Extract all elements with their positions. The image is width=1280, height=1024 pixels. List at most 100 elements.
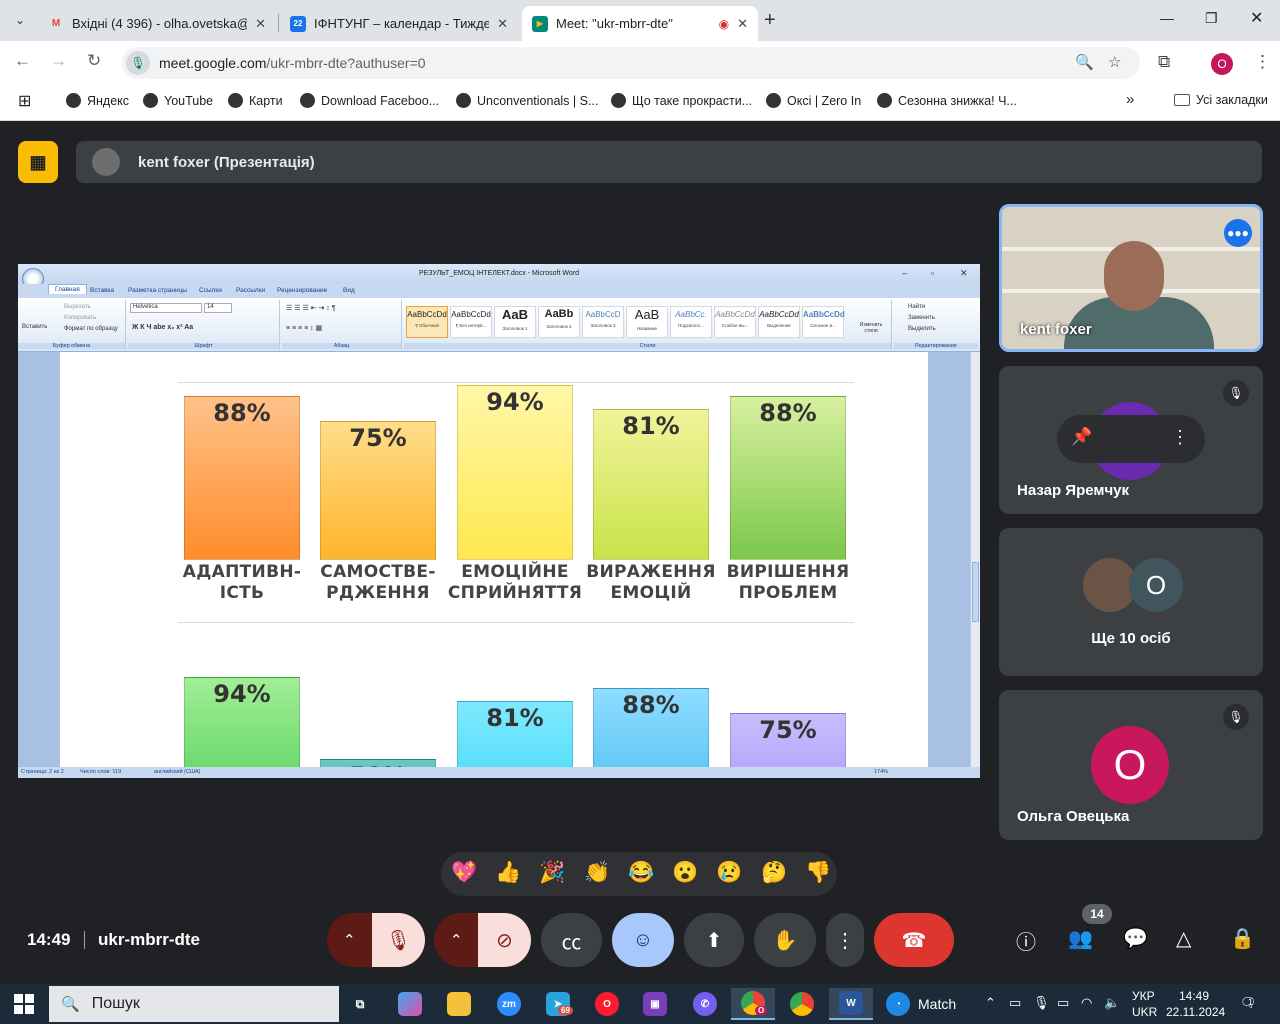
party-popper-icon[interactable]: 🎉 [539, 861, 565, 885]
bookmark-item[interactable]: YouTube [143, 93, 213, 108]
extensions-icon[interactable]: ⧉ [1158, 52, 1170, 72]
more-options-icon[interactable]: ⋮ [1171, 427, 1189, 448]
match-widget[interactable]: ◔ Match [886, 988, 976, 1020]
style-title[interactable]: AaB Название [626, 306, 668, 338]
save-app-icon[interactable]: ▣ [633, 988, 677, 1020]
font-size-select[interactable]: 14 [204, 303, 232, 313]
close-window-icon[interactable]: ✕ [1250, 8, 1263, 28]
word-minimize-icon[interactable]: – [902, 268, 907, 278]
zoom-app-icon[interactable]: zm [487, 988, 531, 1020]
more-bookmarks-icon[interactable]: » [1126, 91, 1134, 108]
tab-close-icon[interactable]: ✕ [497, 16, 508, 32]
word-app-icon[interactable]: W [829, 988, 873, 1020]
ribbon-tab-home[interactable]: Главная [48, 284, 87, 294]
format-painter-button[interactable]: Формат по образцу [64, 326, 118, 332]
chevron-up-icon[interactable]: ⌃ [343, 931, 356, 949]
vertical-scrollbar[interactable] [970, 352, 980, 767]
thumbs-up-icon[interactable]: 👍 [495, 861, 521, 885]
tab-search-chevron-icon[interactable]: ⌄ [8, 8, 32, 32]
bookmark-item[interactable]: Що таке прокрасти... [611, 93, 752, 108]
site-mic-icon[interactable]: 🎙 [126, 51, 150, 75]
all-bookmarks[interactable]: Усі закладки [1174, 93, 1268, 107]
reactions-button[interactable]: ☺ [612, 913, 674, 967]
presentation-icon[interactable]: ▦ [18, 141, 58, 183]
chat-icon[interactable]: 💬 [1123, 926, 1148, 951]
tray-battery-icon[interactable]: ▭ [1057, 995, 1069, 1011]
participant-tile-kent[interactable]: ●●● kent foxer [999, 204, 1263, 352]
tray-wifi-icon[interactable]: ◠ [1081, 995, 1092, 1011]
chevron-up-icon[interactable]: ⌃ [450, 931, 463, 949]
surprised-face-icon[interactable]: 😮 [672, 861, 698, 885]
sparkling-heart-icon[interactable]: 💖 [451, 861, 477, 885]
bookmark-item[interactable]: Оксі | Zero In [766, 93, 861, 108]
ribbon-tab-layout[interactable]: Разметка страницы [128, 287, 187, 294]
style-subtitle[interactable]: AaBbCc. Подзаголо... [670, 306, 712, 338]
tab-gmail[interactable]: M Вхідні (4 396) - olha.ovetska@n ✕ [38, 6, 276, 41]
taskbar-search[interactable]: 🔍 Пошук [49, 986, 339, 1022]
word-close-icon[interactable]: ✕ [960, 268, 968, 279]
opera-icon[interactable]: O [585, 988, 629, 1020]
windows-start-icon[interactable] [14, 994, 34, 1014]
profile-avatar[interactable]: O [1211, 53, 1233, 75]
tab-close-icon[interactable]: ✕ [255, 16, 266, 32]
scrollbar-thumb[interactable] [972, 562, 979, 622]
replace-button[interactable]: Заменить [908, 315, 935, 321]
style-heading-2[interactable]: AaBb Заголовок 2 [538, 306, 580, 338]
style-normal[interactable]: AaBbCcDd ¶ Обычный [406, 306, 448, 338]
leave-call-button[interactable]: ☎ [874, 913, 954, 967]
activities-icon[interactable]: △ [1176, 926, 1191, 951]
bold-icon[interactable]: Ж К Ч abe x₂ x² Aa [132, 324, 193, 331]
file-explorer-icon[interactable] [437, 988, 481, 1020]
chrome-icon[interactable] [780, 988, 824, 1020]
list-icons[interactable]: ☰ ☰ ☰ ⇤ ⇥ ↕ ¶ [286, 304, 336, 312]
captions-button[interactable]: ㏄ [541, 913, 602, 967]
present-button[interactable]: ⬆ [684, 913, 744, 967]
menu-kebab-icon[interactable]: ⋮ [1254, 52, 1271, 72]
meeting-info-icon[interactable]: ⓘ [1016, 926, 1036, 955]
bookmark-item[interactable]: Download Faceboo... [300, 93, 439, 108]
thinking-face-icon[interactable]: 🤔 [761, 861, 787, 885]
tears-of-joy-icon[interactable]: 😂 [628, 861, 654, 885]
align-icons[interactable]: ≡ ≡ ≡ ≡ ↕ ▦ [286, 324, 322, 332]
cut-button[interactable]: Вырезать [64, 304, 91, 310]
bookmark-star-icon[interactable]: ☆ [1108, 53, 1121, 71]
style-no-spacing[interactable]: AaBbCcDd ¶ Без интерв... [450, 306, 492, 338]
paste-button[interactable]: Вставить [22, 324, 47, 330]
reload-icon[interactable]: ↻ [87, 51, 101, 71]
font-name-select[interactable]: Helvetica [130, 303, 202, 313]
style-subtle-emphasis[interactable]: AaBbCcDd Слабое вы... [714, 306, 756, 338]
host-controls-icon[interactable]: 🔒 [1230, 926, 1255, 951]
copilot-icon[interactable] [388, 988, 432, 1020]
taskbar-clock[interactable]: 14:49 22.11.2024 [1166, 988, 1225, 1020]
style-heading-3[interactable]: AaBbCcD Заголовок 3 [582, 306, 624, 338]
more-options-button[interactable]: ⋮ [826, 913, 864, 967]
ribbon-tab-review[interactable]: Рецензирование [277, 287, 327, 294]
restore-icon[interactable]: ❐ [1205, 10, 1218, 27]
address-bar[interactable]: 🎙 meet.google.com/ukr-mbrr-dte?authuser=… [122, 47, 1140, 79]
tab-meet[interactable]: ▶ Meet: "ukr-mbrr-dte" ◉ ✕ [522, 6, 758, 41]
copy-button[interactable]: Копировать [64, 315, 96, 321]
clapping-hands-icon[interactable]: 👏 [584, 861, 610, 885]
minimize-icon[interactable]: — [1160, 10, 1174, 26]
tray-device-icon[interactable]: ▭ [1009, 995, 1021, 1011]
telegram-app-icon[interactable]: ➤ 69 [536, 988, 580, 1020]
tray-volume-icon[interactable]: 🔈 [1104, 995, 1120, 1011]
people-icon[interactable]: 👥 [1068, 926, 1093, 951]
thumbs-down-icon[interactable]: 👎 [805, 861, 831, 885]
new-tab-icon[interactable]: + [764, 9, 776, 32]
back-icon[interactable]: ← [14, 51, 31, 71]
ribbon-tab-references[interactable]: Ссылки [199, 287, 222, 294]
bookmark-item[interactable]: Сезонна знижка! Ч... [877, 93, 1017, 108]
ribbon-tab-view[interactable]: Вид [343, 287, 355, 294]
forward-icon[interactable]: → [50, 51, 67, 71]
change-styles-button[interactable]: Изменить стили [854, 322, 888, 334]
zoom-icon[interactable]: 🔍 [1075, 53, 1094, 71]
tab-calendar[interactable]: 22 ІФНТУНГ – календар - Тиждень ✕ [280, 6, 518, 41]
style-heading-1[interactable]: AaB Заголовок 1 [494, 306, 536, 338]
ribbon-tab-mailings[interactable]: Рассылки [236, 287, 265, 294]
word-restore-icon[interactable]: ▫ [931, 268, 934, 278]
raise-hand-button[interactable]: ✋ [754, 913, 816, 967]
tray-mic-icon[interactable]: 🎙 [1033, 995, 1050, 1011]
mic-toggle-button[interactable]: 🎙 [372, 913, 425, 967]
ribbon-tab-insert[interactable]: Вставка [90, 287, 114, 294]
